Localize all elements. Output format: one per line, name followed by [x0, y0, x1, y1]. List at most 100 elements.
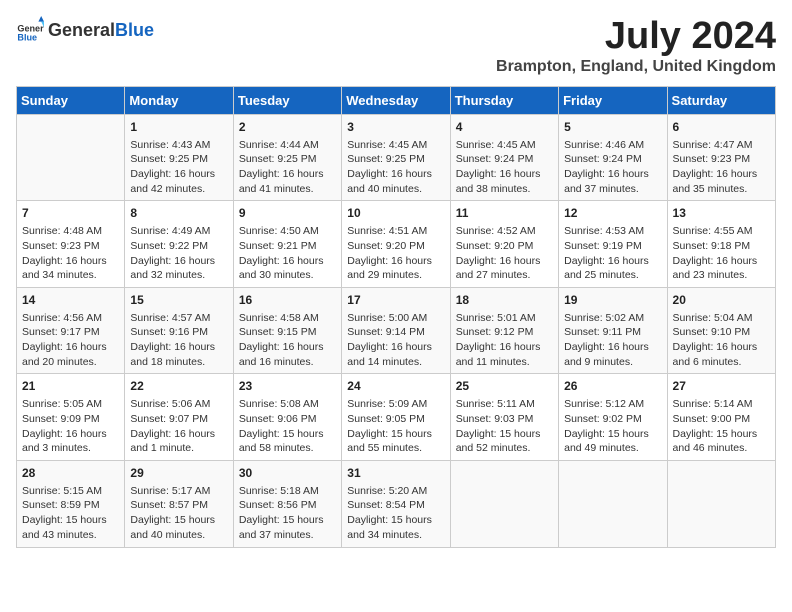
cell-info: Sunrise: 5:18 AM Sunset: 8:56 PM Dayligh… [239, 484, 336, 543]
cell-info: Sunrise: 4:51 AM Sunset: 9:20 PM Dayligh… [347, 224, 444, 283]
cell-info: Sunrise: 5:12 AM Sunset: 9:02 PM Dayligh… [564, 397, 661, 456]
calendar-cell: 3Sunrise: 4:45 AM Sunset: 9:25 PM Daylig… [342, 114, 450, 201]
day-number: 19 [564, 292, 661, 309]
day-number: 24 [347, 378, 444, 395]
calendar-cell: 28Sunrise: 5:15 AM Sunset: 8:59 PM Dayli… [17, 460, 125, 547]
calendar-cell: 25 Sunrise: 5:11 AM Sunset: 9:03 PM Dayli… [450, 374, 558, 461]
calendar-cell: 2 Sunrise: 4:44 AM Sunset: 9:25 PM Daylig… [233, 114, 341, 201]
cell-info: Sunrise: 4:55 AM Sunset: 9:18 PM Dayligh… [673, 224, 770, 283]
weekday-header-thursday: Thursday [450, 86, 558, 114]
day-number: 5 [564, 119, 661, 136]
day-number: 11 [456, 205, 553, 222]
cell-info: Sunrise: 4:49 AM Sunset: 9:22 PM Dayligh… [130, 224, 227, 283]
cell-info: Sunrise: 5:00 AM Sunset: 9:14 PM Dayligh… [347, 311, 444, 370]
calendar-cell: 31 Sunrise: 5:20 AM Sunset: 8:54 PM Dayli… [342, 460, 450, 547]
calendar-cell: 18 Sunrise: 5:01 AM Sunset: 9:12 PM Dayli… [450, 287, 558, 374]
day-number: 29 [130, 465, 227, 482]
weekday-header-tuesday: Tuesday [233, 86, 341, 114]
calendar-cell: 6 Sunrise: 4:47 AM Sunset: 9:23 PM Daylig… [667, 114, 775, 201]
calendar-cell: 29Sunrise: 5:17 AM Sunset: 8:57 PM Dayli… [125, 460, 233, 547]
calendar-week-row: 7Sunrise: 4:48 AM Sunset: 9:23 PM Daylig… [17, 201, 776, 288]
page-header: General Blue GeneralBlue July 2024 Bramp… [16, 16, 776, 76]
logo: General Blue GeneralBlue [16, 16, 154, 44]
cell-info: Sunrise: 5:06 AM Sunset: 9:07 PM Dayligh… [130, 397, 227, 456]
day-number: 27 [673, 378, 770, 395]
cell-info: Sunrise: 5:11 AM Sunset: 9:03 PM Dayligh… [456, 397, 553, 456]
day-number: 26 [564, 378, 661, 395]
calendar-cell: 15 Sunrise: 4:57 AM Sunset: 9:16 PM Dayli… [125, 287, 233, 374]
calendar-cell: 19 Sunrise: 5:02 AM Sunset: 9:11 PM Dayli… [559, 287, 667, 374]
calendar-cell: 14Sunrise: 4:56 AM Sunset: 9:17 PM Dayli… [17, 287, 125, 374]
calendar-cell: 9 Sunrise: 4:50 AM Sunset: 9:21 PM Daylig… [233, 201, 341, 288]
calendar-cell: 30 Sunrise: 5:18 AM Sunset: 8:56 PM Dayli… [233, 460, 341, 547]
day-number: 17 [347, 292, 444, 309]
cell-info: Sunrise: 4:46 AM Sunset: 9:24 PM Dayligh… [564, 138, 661, 197]
cell-info: Sunrise: 4:47 AM Sunset: 9:23 PM Dayligh… [673, 138, 770, 197]
cell-info: Sunrise: 5:02 AM Sunset: 9:11 PM Dayligh… [564, 311, 661, 370]
calendar-cell: 23 Sunrise: 5:08 AM Sunset: 9:06 PM Dayli… [233, 374, 341, 461]
calendar-cell: 16Sunrise: 4:58 AM Sunset: 9:15 PM Dayli… [233, 287, 341, 374]
calendar-cell: 22 Sunrise: 5:06 AM Sunset: 9:07 PM Dayli… [125, 374, 233, 461]
day-number: 6 [673, 119, 770, 136]
cell-info: Sunrise: 4:56 AM Sunset: 9:17 PM Dayligh… [22, 311, 119, 370]
cell-info: Sunrise: 5:04 AM Sunset: 9:10 PM Dayligh… [673, 311, 770, 370]
cell-info: Sunrise: 4:53 AM Sunset: 9:19 PM Dayligh… [564, 224, 661, 283]
svg-text:Blue: Blue [17, 33, 37, 43]
day-number: 18 [456, 292, 553, 309]
calendar-week-row: 1 Sunrise: 4:43 AM Sunset: 9:25 PM Daylig… [17, 114, 776, 201]
weekday-header-friday: Friday [559, 86, 667, 114]
calendar-week-row: 14Sunrise: 4:56 AM Sunset: 9:17 PM Dayli… [17, 287, 776, 374]
day-number: 13 [673, 205, 770, 222]
weekday-header-row: SundayMondayTuesdayWednesdayThursdayFrid… [17, 86, 776, 114]
weekday-header-wednesday: Wednesday [342, 86, 450, 114]
logo-blue: Blue [115, 20, 154, 40]
calendar-cell: 1 Sunrise: 4:43 AM Sunset: 9:25 PM Daylig… [125, 114, 233, 201]
logo-general: General [48, 20, 115, 40]
cell-info: Sunrise: 5:15 AM Sunset: 8:59 PM Dayligh… [22, 484, 119, 543]
weekday-header-monday: Monday [125, 86, 233, 114]
cell-info: Sunrise: 4:57 AM Sunset: 9:16 PM Dayligh… [130, 311, 227, 370]
cell-info: Sunrise: 5:05 AM Sunset: 9:09 PM Dayligh… [22, 397, 119, 456]
calendar-cell: 17 Sunrise: 5:00 AM Sunset: 9:14 PM Dayli… [342, 287, 450, 374]
calendar-cell: 7Sunrise: 4:48 AM Sunset: 9:23 PM Daylig… [17, 201, 125, 288]
calendar-cell: 4 Sunrise: 4:45 AM Sunset: 9:24 PM Daylig… [450, 114, 558, 201]
calendar-cell [17, 114, 125, 201]
day-number: 3 [347, 119, 444, 136]
logo-icon: General Blue [16, 16, 44, 44]
day-number: 9 [239, 205, 336, 222]
day-number: 4 [456, 119, 553, 136]
day-number: 2 [239, 119, 336, 136]
cell-info: Sunrise: 5:01 AM Sunset: 9:12 PM Dayligh… [456, 311, 553, 370]
cell-info: Sunrise: 4:44 AM Sunset: 9:25 PM Dayligh… [239, 138, 336, 197]
calendar-table: SundayMondayTuesdayWednesdayThursdayFrid… [16, 86, 776, 548]
location: Brampton, England, United Kingdom [496, 58, 776, 76]
cell-info: Sunrise: 5:09 AM Sunset: 9:05 PM Dayligh… [347, 397, 444, 456]
cell-info: Sunrise: 4:43 AM Sunset: 9:25 PM Dayligh… [130, 138, 227, 197]
calendar-cell: 11 Sunrise: 4:52 AM Sunset: 9:20 PM Dayli… [450, 201, 558, 288]
cell-info: Sunrise: 4:52 AM Sunset: 9:20 PM Dayligh… [456, 224, 553, 283]
cell-info: Sunrise: 5:08 AM Sunset: 9:06 PM Dayligh… [239, 397, 336, 456]
month-year: July 2024 [496, 16, 776, 58]
cell-info: Sunrise: 4:48 AM Sunset: 9:23 PM Dayligh… [22, 224, 119, 283]
calendar-cell [667, 460, 775, 547]
cell-info: Sunrise: 4:45 AM Sunset: 9:24 PM Dayligh… [456, 138, 553, 197]
cell-info: Sunrise: 4:50 AM Sunset: 9:21 PM Dayligh… [239, 224, 336, 283]
day-number: 1 [130, 119, 227, 136]
day-number: 31 [347, 465, 444, 482]
calendar-cell: 8Sunrise: 4:49 AM Sunset: 9:22 PM Daylig… [125, 201, 233, 288]
day-number: 10 [347, 205, 444, 222]
cell-info: Sunrise: 5:14 AM Sunset: 9:00 PM Dayligh… [673, 397, 770, 456]
weekday-header-saturday: Saturday [667, 86, 775, 114]
day-number: 25 [456, 378, 553, 395]
cell-info: Sunrise: 5:20 AM Sunset: 8:54 PM Dayligh… [347, 484, 444, 543]
calendar-cell: 13 Sunrise: 4:55 AM Sunset: 9:18 PM Dayli… [667, 201, 775, 288]
calendar-cell: 10 Sunrise: 4:51 AM Sunset: 9:20 PM Dayli… [342, 201, 450, 288]
day-number: 21 [22, 378, 119, 395]
day-number: 22 [130, 378, 227, 395]
day-number: 12 [564, 205, 661, 222]
calendar-week-row: 21 Sunrise: 5:05 AM Sunset: 9:09 PM Dayli… [17, 374, 776, 461]
day-number: 15 [130, 292, 227, 309]
day-number: 23 [239, 378, 336, 395]
calendar-cell: 20Sunrise: 5:04 AM Sunset: 9:10 PM Dayli… [667, 287, 775, 374]
day-number: 30 [239, 465, 336, 482]
